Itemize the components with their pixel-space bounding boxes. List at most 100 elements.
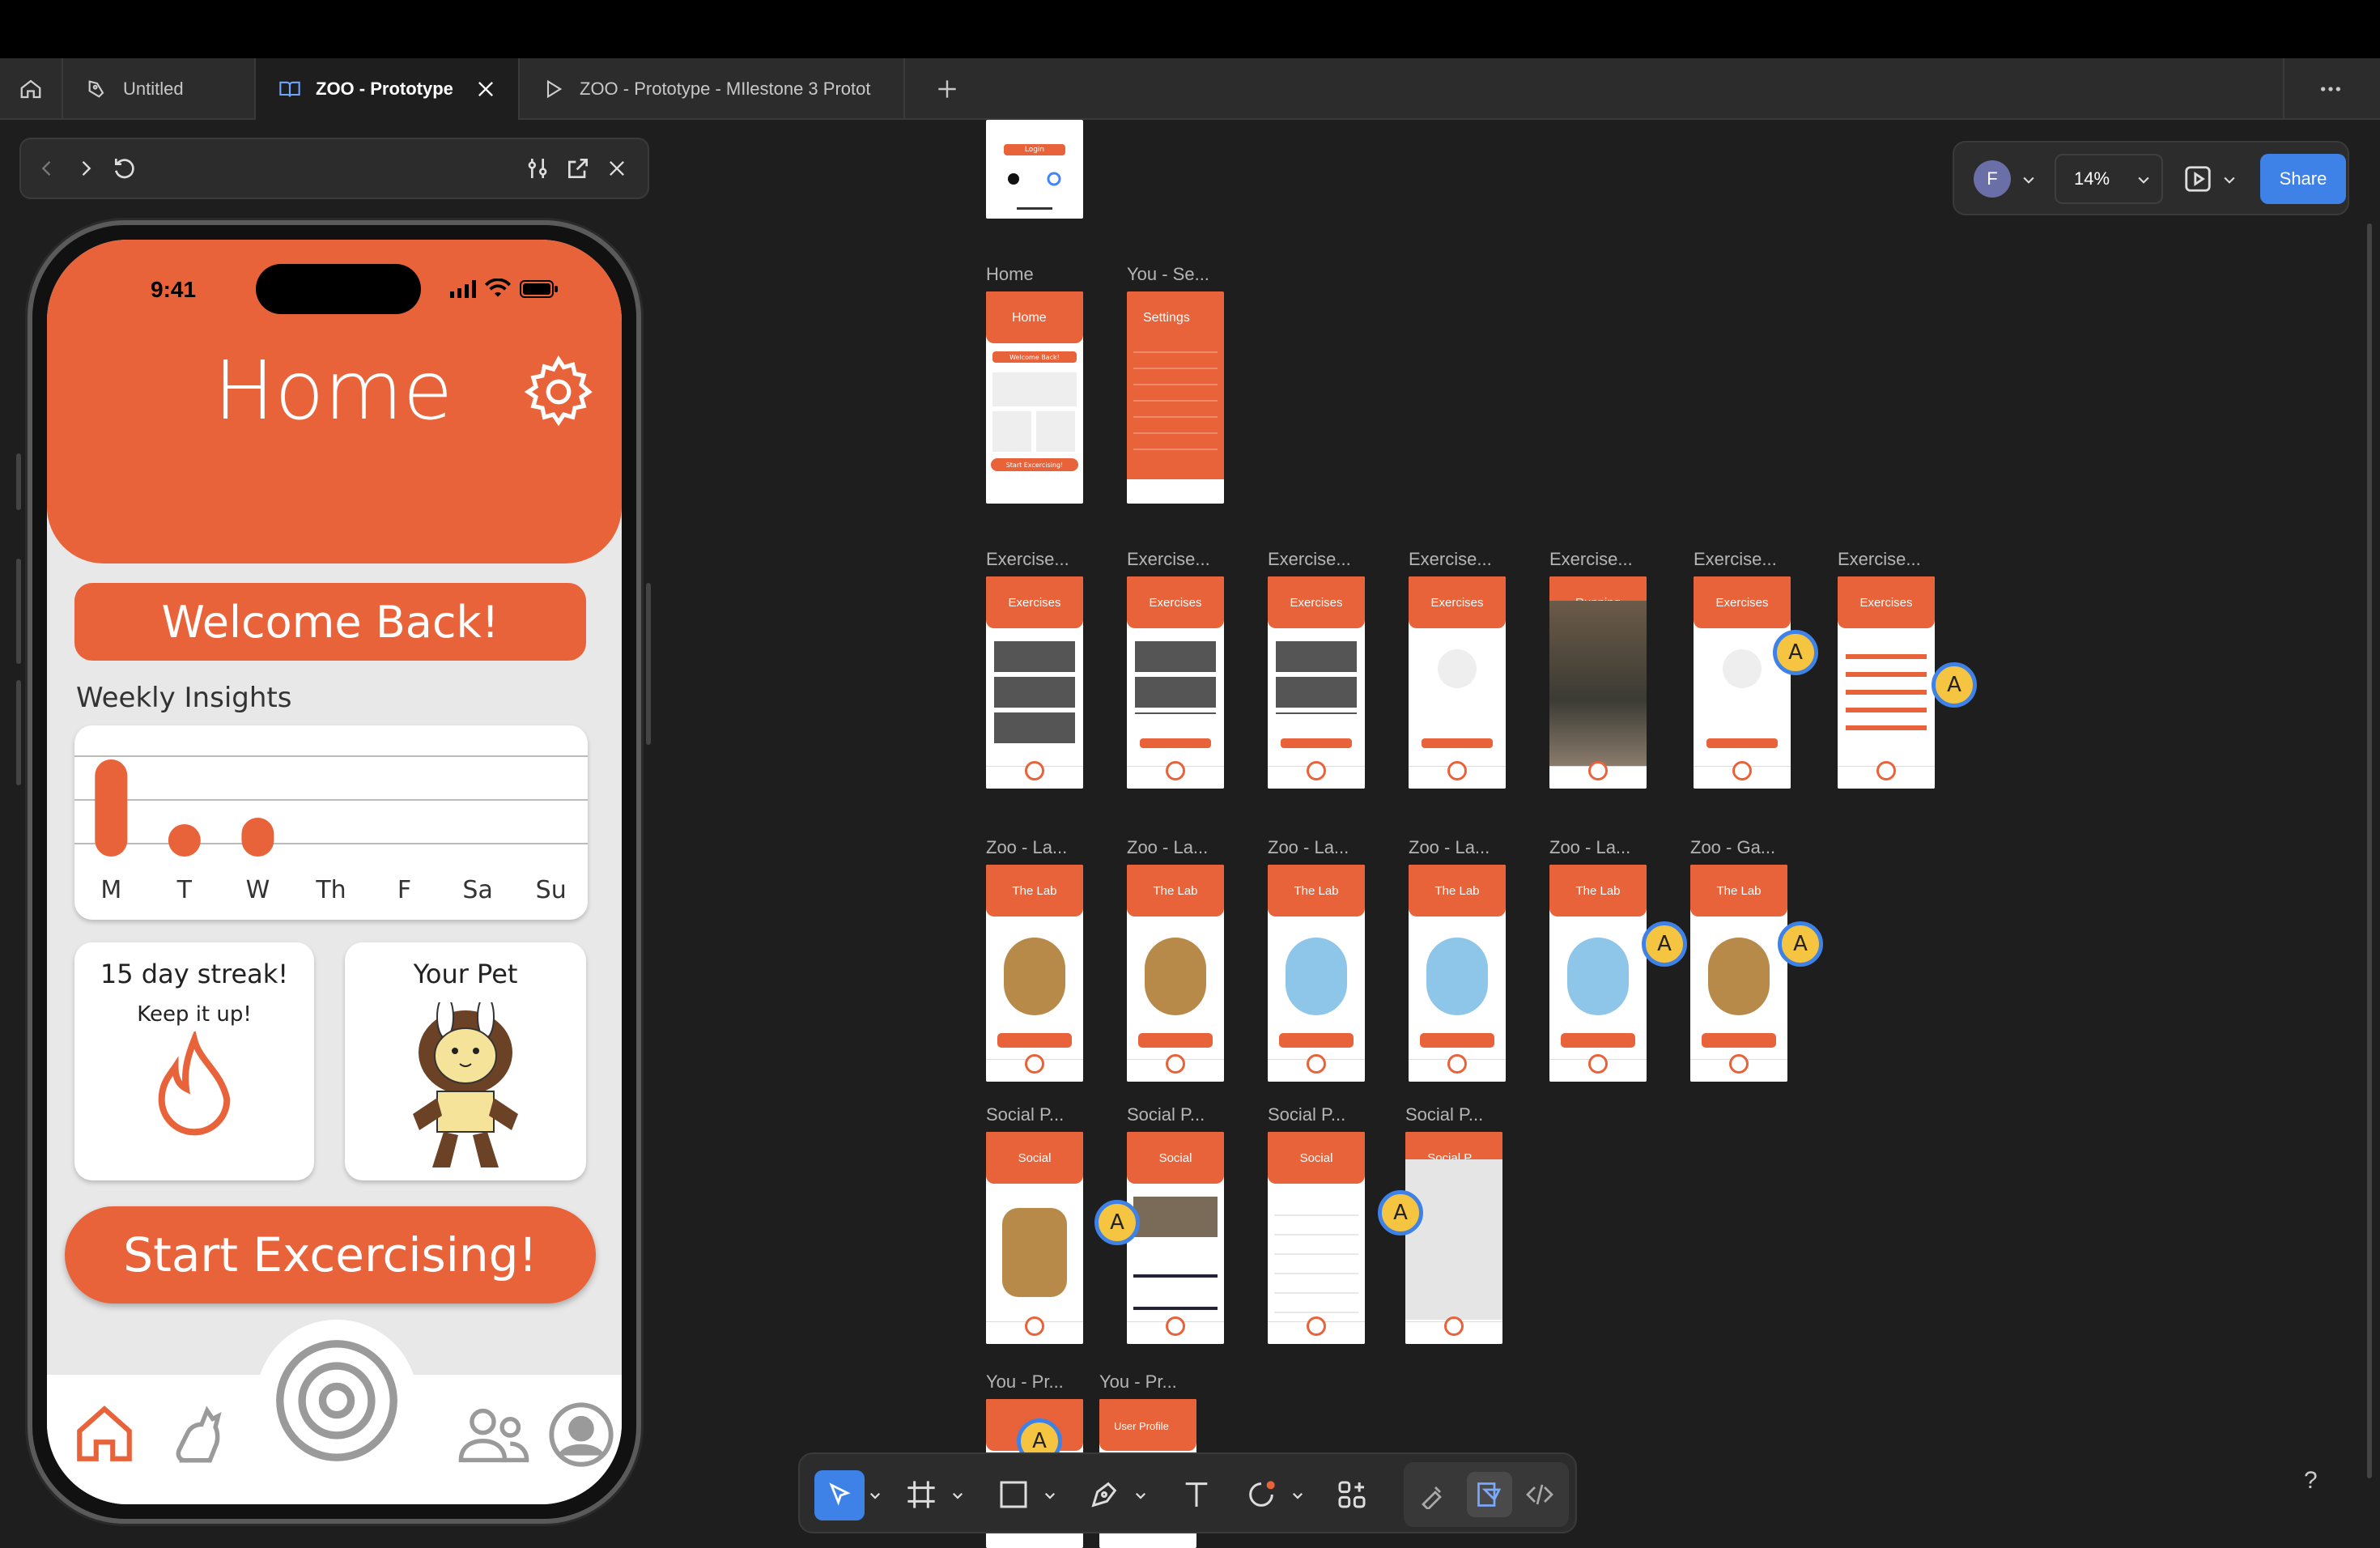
day-label: M <box>100 876 122 904</box>
signal-icon <box>450 280 476 298</box>
frame-exercise-3[interactable]: Exercises <box>1268 576 1365 789</box>
tab-label: ZOO - Prototype - MIlestone 3 Protot <box>580 79 871 99</box>
nav-home-icon[interactable] <box>71 1401 138 1467</box>
open-external-icon[interactable] <box>565 155 591 181</box>
frame-zoo-3[interactable]: The Lab <box>1268 865 1365 1082</box>
frame-exercise-2[interactable]: Exercises <box>1127 576 1224 789</box>
share-button[interactable]: Share <box>2260 154 2346 204</box>
present-icon[interactable] <box>2182 164 2213 194</box>
rectangle-tool-icon[interactable] <box>997 1478 1030 1511</box>
close-icon[interactable] <box>606 157 628 180</box>
restart-icon[interactable] <box>112 155 138 181</box>
frame-target <box>1166 1316 1185 1336</box>
move-tool[interactable] <box>814 1470 865 1520</box>
close-tab-icon[interactable] <box>474 78 497 100</box>
user-avatar[interactable]: F <box>1974 160 2011 198</box>
status-time: 9:41 <box>151 277 197 302</box>
frame-title: User Profile <box>1114 1420 1169 1432</box>
frame-target <box>1025 761 1044 780</box>
frame-title: The Lab <box>1716 884 1762 898</box>
frame-tool-icon[interactable] <box>905 1478 937 1511</box>
tab-prototype-milestone[interactable]: ZOO - Prototype - MIlestone 3 Protot <box>520 58 905 120</box>
draft-icon <box>88 80 104 98</box>
tab-zoo-prototype[interactable]: ZOO - Prototype <box>256 58 520 120</box>
chevron-down-icon[interactable] <box>1133 1488 1148 1503</box>
frame-social-4[interactable]: Social P... <box>1405 1132 1502 1344</box>
frame-label: Exercise... <box>1409 549 1492 569</box>
comment-marker[interactable]: A <box>1094 1200 1140 1245</box>
page-title: Home <box>214 343 453 438</box>
vertical-scrollbar[interactable] <box>2367 223 2372 1478</box>
design-mode-button[interactable] <box>1467 1472 1512 1517</box>
frame-target <box>1729 1054 1749 1074</box>
text-tool-icon[interactable] <box>1180 1478 1213 1511</box>
frame-settings[interactable]: Settings <box>1127 291 1224 504</box>
frame-social-3[interactable]: Social <box>1268 1132 1365 1344</box>
frame-home[interactable]: Home Welcome Back! Start Excercising! <box>986 291 1083 504</box>
frame-zoo-6[interactable]: The Lab <box>1690 865 1787 1082</box>
chevron-down-icon[interactable] <box>2221 172 2238 188</box>
frame-exercise-7[interactable]: Exercises <box>1838 576 1935 789</box>
start-exercising-button[interactable]: Start Excercising! <box>65 1206 596 1303</box>
frame-exercise-6[interactable]: Exercises <box>1694 576 1791 789</box>
more-icon[interactable] <box>2317 76 2344 102</box>
back-icon[interactable] <box>36 157 58 180</box>
components-icon[interactable] <box>1336 1478 1368 1511</box>
forward-icon[interactable] <box>74 157 97 180</box>
chevron-down-icon[interactable] <box>1290 1488 1305 1503</box>
nav-pet-icon[interactable] <box>168 1402 235 1469</box>
chevron-down-icon[interactable] <box>1043 1488 1057 1503</box>
frame-target <box>1166 1054 1185 1074</box>
comment-marker[interactable]: A <box>1378 1190 1423 1235</box>
frame-label: Social P... <box>1405 1104 1484 1125</box>
streak-card: 15 day streak! Keep it up! <box>74 942 314 1180</box>
prototype-viewer-toolbar <box>19 138 649 199</box>
apple-google-icons <box>1008 172 1061 186</box>
frame-title: Home <box>1012 311 1047 325</box>
frame-exercise-5[interactable]: Running <box>1549 576 1647 789</box>
comment-marker[interactable]: A <box>1932 662 1977 708</box>
chevron-down-icon[interactable] <box>868 1488 882 1503</box>
frame-social-1[interactable]: Social <box>986 1132 1083 1344</box>
frame-exercise-1[interactable]: Exercises <box>986 576 1083 789</box>
pen-tool-icon[interactable] <box>1088 1478 1120 1511</box>
nav-social-icon[interactable] <box>458 1402 529 1469</box>
pet-card[interactable]: Your Pet <box>345 942 586 1180</box>
frame-zoo-1[interactable]: The Lab <box>986 865 1083 1082</box>
frame-label: Home <box>986 264 1034 284</box>
frame-zoo-4[interactable]: The Lab <box>1409 865 1506 1082</box>
home-header: 9:41 Home <box>47 240 622 563</box>
frame-label: Zoo - La... <box>1549 837 1631 857</box>
comment-marker[interactable]: A <box>1773 630 1818 675</box>
login-button: Login <box>1004 144 1065 155</box>
frame-target <box>1444 1316 1464 1336</box>
frame-zoo-2[interactable]: The Lab <box>1127 865 1224 1082</box>
frame-label: You - Se... <box>1127 264 1209 284</box>
exercise-list <box>1276 641 1357 714</box>
frame-exercise-4[interactable]: Exercises <box>1409 576 1506 789</box>
chevron-down-icon[interactable] <box>950 1488 965 1503</box>
target-icon[interactable] <box>274 1337 400 1464</box>
frame-zoo-5[interactable]: The Lab <box>1549 865 1647 1082</box>
frame-title: The Lab <box>1153 884 1198 898</box>
help-button[interactable]: ? <box>2304 1467 2318 1495</box>
new-tab-icon[interactable] <box>934 76 960 102</box>
frame-action-button <box>1420 1033 1494 1048</box>
comment-marker[interactable]: A <box>1642 921 1687 967</box>
settings-sliders-icon[interactable] <box>525 155 550 181</box>
dev-mode-icon[interactable] <box>1525 1480 1554 1509</box>
home-tab[interactable] <box>0 58 63 120</box>
pet-avatar <box>1567 938 1629 1015</box>
chevron-down-icon[interactable] <box>2021 172 2037 188</box>
frame-login[interactable]: Login <box>986 120 1083 219</box>
frame-title: The Lab <box>1012 884 1057 898</box>
draw-mode-icon[interactable] <box>1418 1480 1447 1509</box>
cursor-icon <box>829 1482 851 1506</box>
chat-view <box>1405 1159 1502 1320</box>
shape-comment-icon[interactable] <box>1245 1478 1277 1511</box>
nav-profile-icon[interactable] <box>546 1399 617 1470</box>
gear-icon[interactable] <box>520 353 597 431</box>
frame-social-2[interactable]: Social <box>1127 1132 1224 1344</box>
tab-untitled[interactable]: Untitled <box>63 58 256 120</box>
comment-marker[interactable]: A <box>1778 921 1823 967</box>
